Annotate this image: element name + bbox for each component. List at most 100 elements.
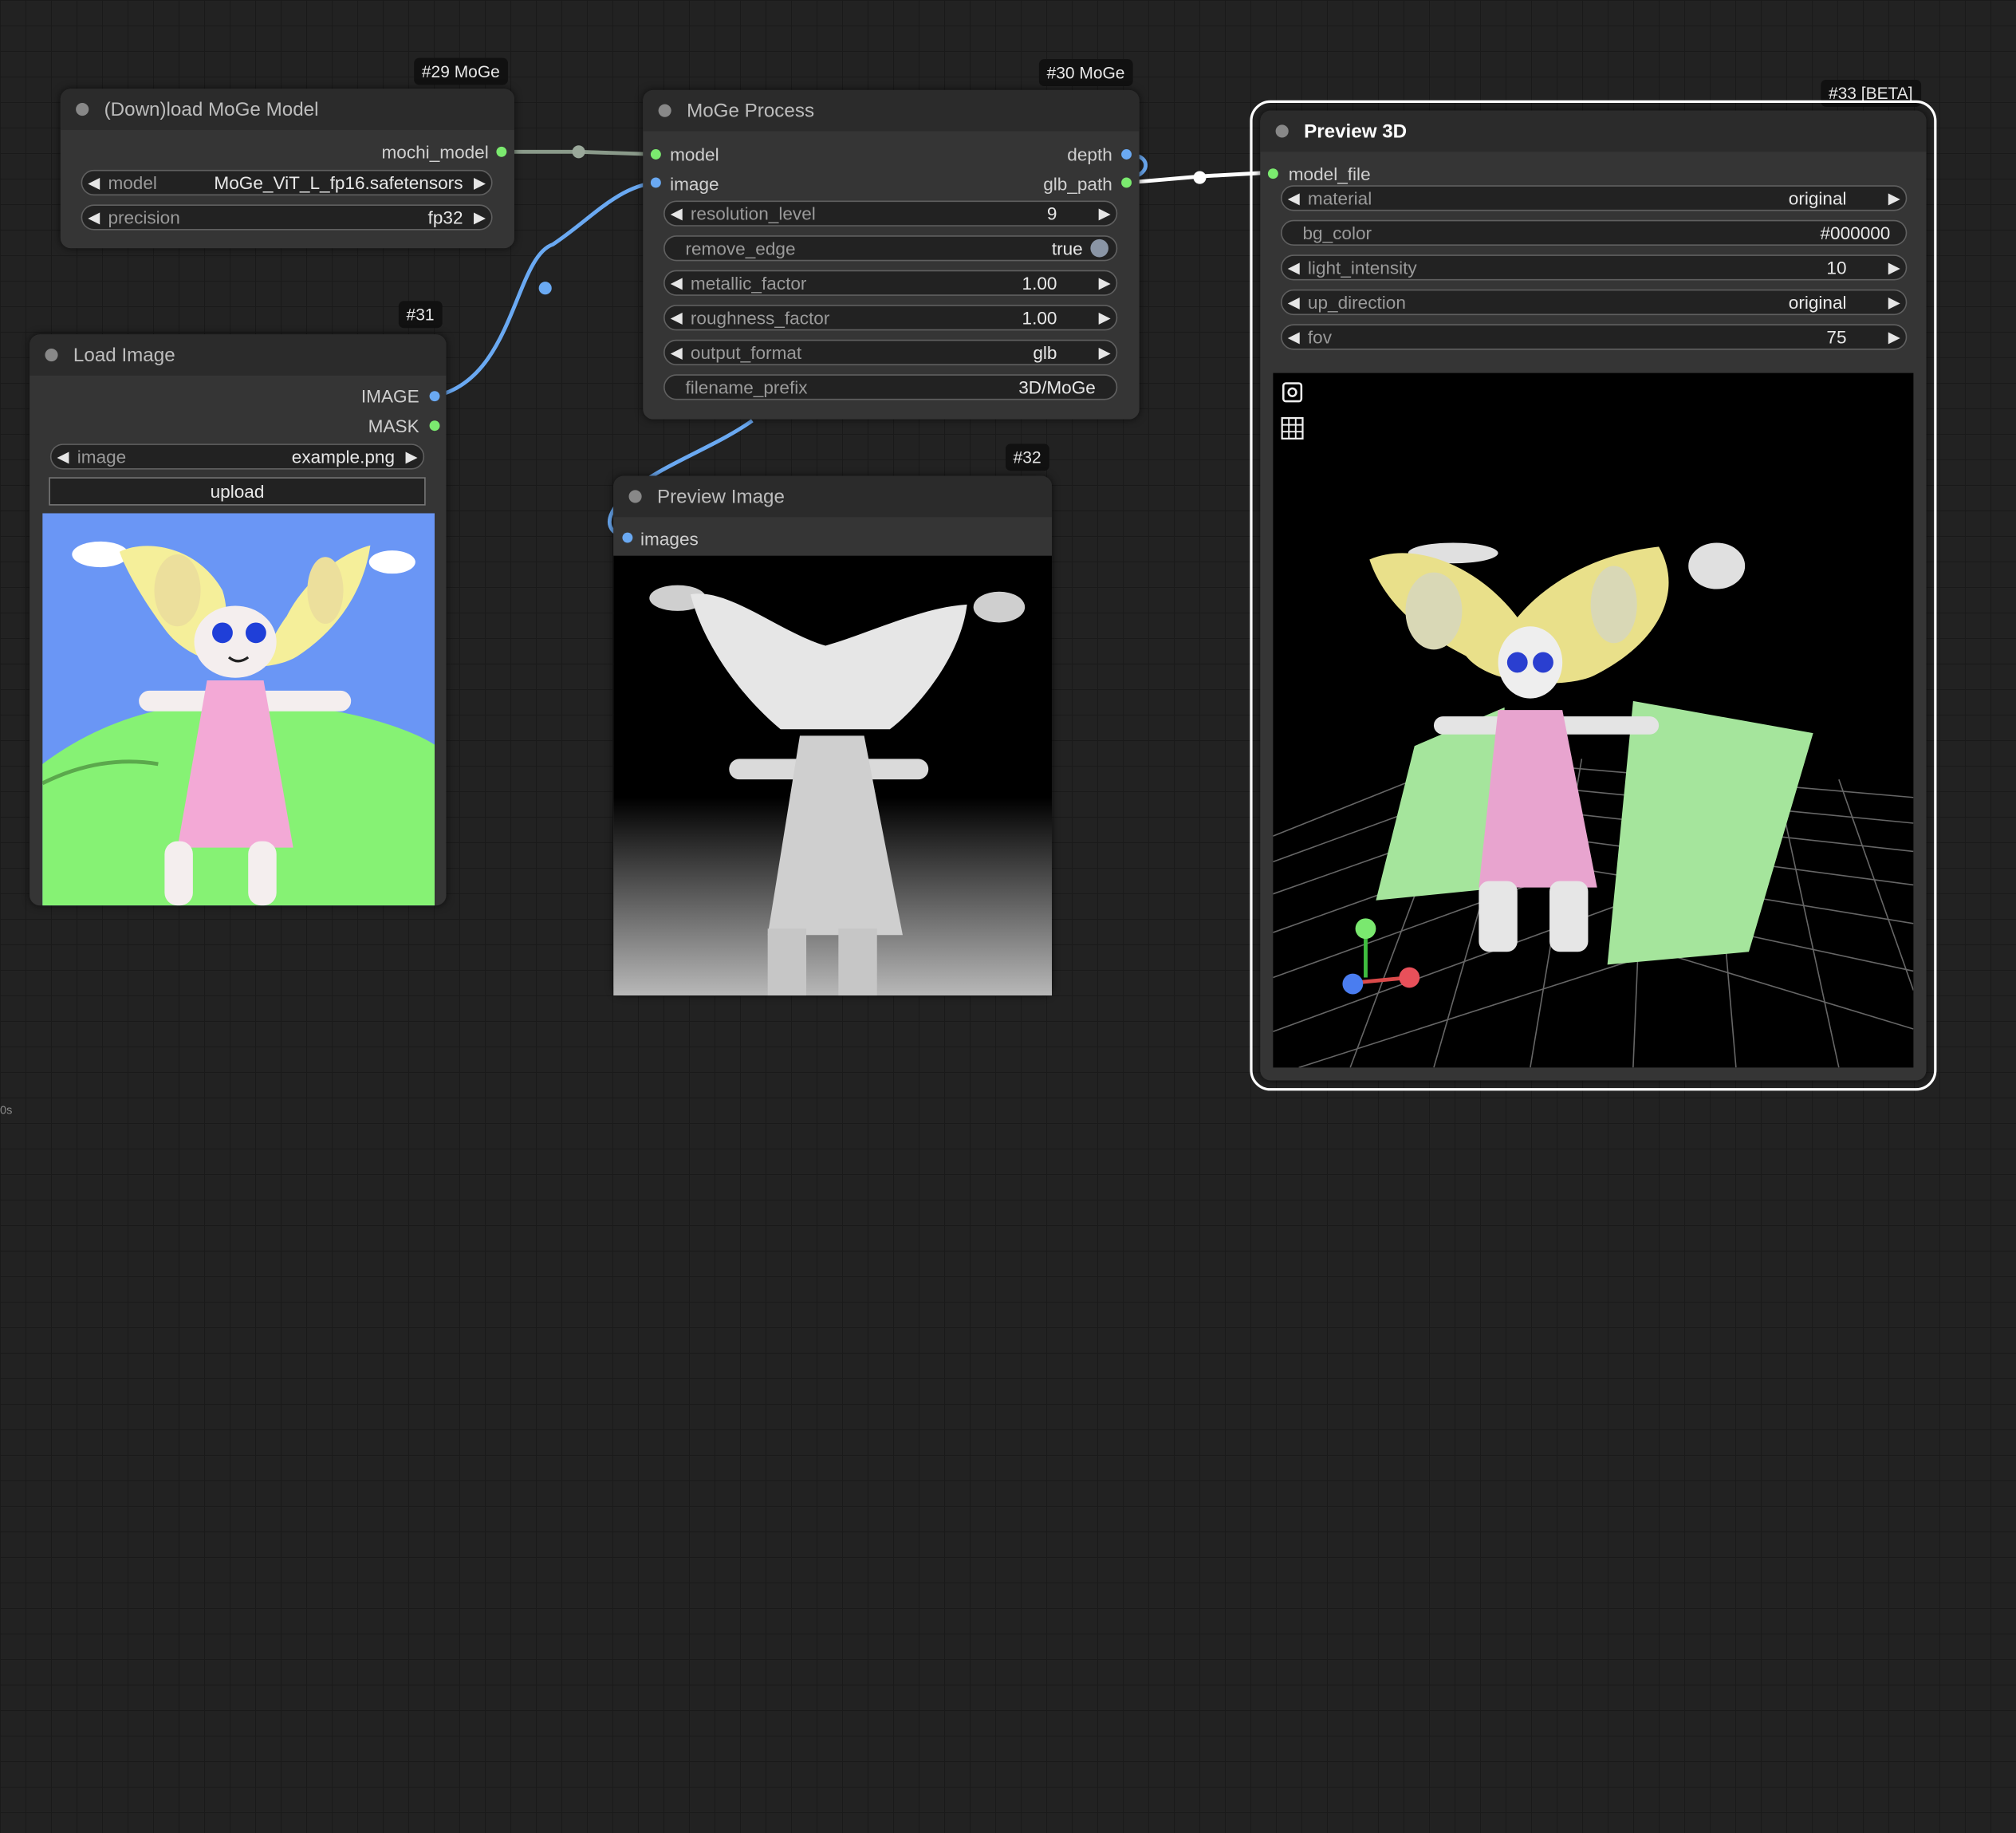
arrow-left-icon[interactable]: ◀	[665, 344, 688, 362]
widget-value: original	[1788, 187, 1847, 209]
3d-viewport[interactable]	[1273, 373, 1914, 1068]
toggle-indicator[interactable]	[1090, 238, 1108, 258]
widget-value: 1.00	[1022, 307, 1057, 329]
node-moge-process[interactable]: MoGe Process model image depth glb_path …	[643, 89, 1140, 420]
output-slot-mask[interactable]	[429, 420, 440, 432]
widget-value: 9	[1046, 203, 1057, 224]
input-slot-images[interactable]	[622, 532, 633, 543]
node-title: Preview Image	[656, 485, 785, 508]
input-label-model-file: model_file	[1288, 163, 1371, 184]
widget-value: true	[1051, 238, 1083, 259]
arrow-left-icon[interactable]: ◀	[52, 447, 75, 466]
arrow-right-icon[interactable]: ▶	[468, 174, 491, 192]
arrow-left-icon[interactable]: ◀	[665, 204, 688, 223]
input-label-images: images	[640, 528, 699, 550]
text-widget-bg-color[interactable]: bg_color #000000	[1281, 219, 1908, 246]
arrow-right-icon[interactable]: ▶	[1093, 309, 1116, 327]
widget-value: 10	[1826, 257, 1847, 278]
combo-widget-up-direction[interactable]: ◀ up_direction original ▶	[1281, 289, 1908, 316]
arrow-left-icon[interactable]: ◀	[82, 208, 105, 227]
widget-label: model	[108, 172, 157, 193]
arrow-right-icon[interactable]: ▶	[400, 447, 423, 466]
node-id-badge: #31	[398, 301, 443, 329]
grid-icon[interactable]	[1281, 416, 1304, 440]
widget-value: 1.00	[1022, 272, 1057, 294]
widget-label: light_intensity	[1307, 257, 1417, 278]
arrow-left-icon[interactable]: ◀	[1282, 294, 1305, 312]
arrow-right-icon[interactable]: ▶	[1883, 189, 1906, 207]
collapse-dot-icon[interactable]	[76, 103, 89, 116]
graph-canvas[interactable]: #29 MoGe (Down)load MoGe Model mochi_mod…	[0, 0, 2016, 1833]
arrow-right-icon[interactable]: ▶	[1093, 274, 1116, 292]
text-widget-filename-prefix[interactable]: filename_prefix 3D/MoGe	[663, 374, 1118, 400]
upload-button[interactable]: upload	[49, 477, 426, 506]
input-label-image: image	[670, 173, 719, 195]
input-slot-model[interactable]	[650, 149, 661, 160]
arrow-right-icon[interactable]: ▶	[1883, 258, 1906, 277]
depth-map-preview	[613, 555, 1053, 996]
node-load-image[interactable]: Load Image IMAGE MASK ◀ image example.pn…	[30, 334, 447, 906]
gizmo-y-axis[interactable]	[1355, 918, 1376, 940]
widget-label: resolution_level	[690, 203, 816, 224]
loaded-image-preview	[42, 513, 435, 906]
node-title-bar[interactable]: Load Image	[30, 334, 447, 376]
combo-widget-model[interactable]: ◀ model MoGe_ViT_L_fp16.safetensors ▶	[81, 169, 493, 196]
number-widget-roughness-factor[interactable]: ◀ roughness_factor 1.00 ▶	[663, 305, 1118, 331]
arrow-right-icon[interactable]: ▶	[468, 208, 491, 227]
widget-label: material	[1307, 187, 1372, 209]
widget-label: remove_edge	[685, 238, 796, 259]
combo-widget-output-format[interactable]: ◀ output_format glb ▶	[663, 339, 1118, 365]
number-widget-fov[interactable]: ◀ fov 75 ▶	[1281, 324, 1908, 350]
gizmo-x-axis[interactable]	[1399, 967, 1420, 988]
arrow-left-icon[interactable]: ◀	[1282, 189, 1305, 207]
output-label-glb-path: glb_path	[1043, 173, 1112, 195]
number-widget-metallic-factor[interactable]: ◀ metallic_factor 1.00 ▶	[663, 270, 1118, 296]
output-slot-glb-path[interactable]	[1121, 177, 1132, 188]
arrow-left-icon[interactable]: ◀	[1282, 328, 1305, 346]
widget-label: up_direction	[1307, 292, 1406, 313]
node-download-moge-model[interactable]: (Down)load MoGe Model mochi_model ◀ mode…	[60, 89, 515, 249]
input-slot-image[interactable]	[650, 177, 661, 188]
output-slot-depth[interactable]	[1121, 149, 1132, 160]
input-slot-model-file[interactable]	[1267, 168, 1278, 179]
node-id-badge: #32	[1005, 443, 1049, 471]
collapse-dot-icon[interactable]	[628, 490, 642, 503]
number-widget-light-intensity[interactable]: ◀ light_intensity 10 ▶	[1281, 254, 1908, 281]
widget-label: roughness_factor	[690, 307, 830, 329]
arrow-right-icon[interactable]: ▶	[1093, 204, 1116, 223]
node-title-bar[interactable]: MoGe Process	[643, 89, 1140, 132]
widget-label: output_format	[690, 341, 802, 363]
output-slot-image[interactable]	[429, 391, 440, 402]
collapse-dot-icon[interactable]	[1275, 124, 1289, 138]
widget-value: example.png	[291, 446, 396, 467]
output-label-mask: MASK	[368, 415, 419, 436]
combo-widget-precision[interactable]: ◀ precision fp32 ▶	[81, 204, 493, 231]
collapse-dot-icon[interactable]	[658, 104, 671, 117]
combo-widget-material[interactable]: ◀ material original ▶	[1281, 185, 1908, 211]
arrow-left-icon[interactable]: ◀	[665, 274, 688, 292]
collapse-dot-icon[interactable]	[45, 348, 58, 362]
widget-value: glb	[1033, 341, 1057, 363]
status-footer: 0s	[0, 1103, 13, 1117]
gizmo-z-axis[interactable]	[1342, 973, 1364, 995]
node-title-bar[interactable]: (Down)load MoGe Model	[60, 89, 515, 130]
arrow-right-icon[interactable]: ▶	[1883, 328, 1906, 346]
output-slot-mochi-model[interactable]	[496, 146, 507, 157]
arrow-left-icon[interactable]: ◀	[665, 309, 688, 327]
combo-widget-image[interactable]: ◀ image example.png ▶	[49, 443, 425, 470]
widget-label: precision	[108, 207, 180, 228]
toggle-widget-remove-edge[interactable]: remove_edge true	[663, 235, 1118, 262]
node-preview-image[interactable]: Preview Image images	[613, 475, 1053, 996]
widget-value: original	[1788, 292, 1847, 313]
number-widget-resolution-level[interactable]: ◀ resolution_level 9 ▶	[663, 200, 1118, 227]
camera-icon[interactable]	[1281, 380, 1304, 404]
node-id-badge: #30 MoGe	[1038, 59, 1133, 87]
node-id-badge: #29 MoGe	[414, 57, 508, 85]
arrow-right-icon[interactable]: ▶	[1093, 344, 1116, 362]
arrow-left-icon[interactable]: ◀	[82, 174, 105, 192]
node-preview-3d[interactable]: Preview 3D model_file ◀ material origina…	[1250, 100, 1937, 1091]
node-title-bar[interactable]: Preview 3D	[1260, 110, 1927, 152]
arrow-right-icon[interactable]: ▶	[1883, 294, 1906, 312]
node-title-bar[interactable]: Preview Image	[613, 475, 1053, 518]
arrow-left-icon[interactable]: ◀	[1282, 258, 1305, 277]
